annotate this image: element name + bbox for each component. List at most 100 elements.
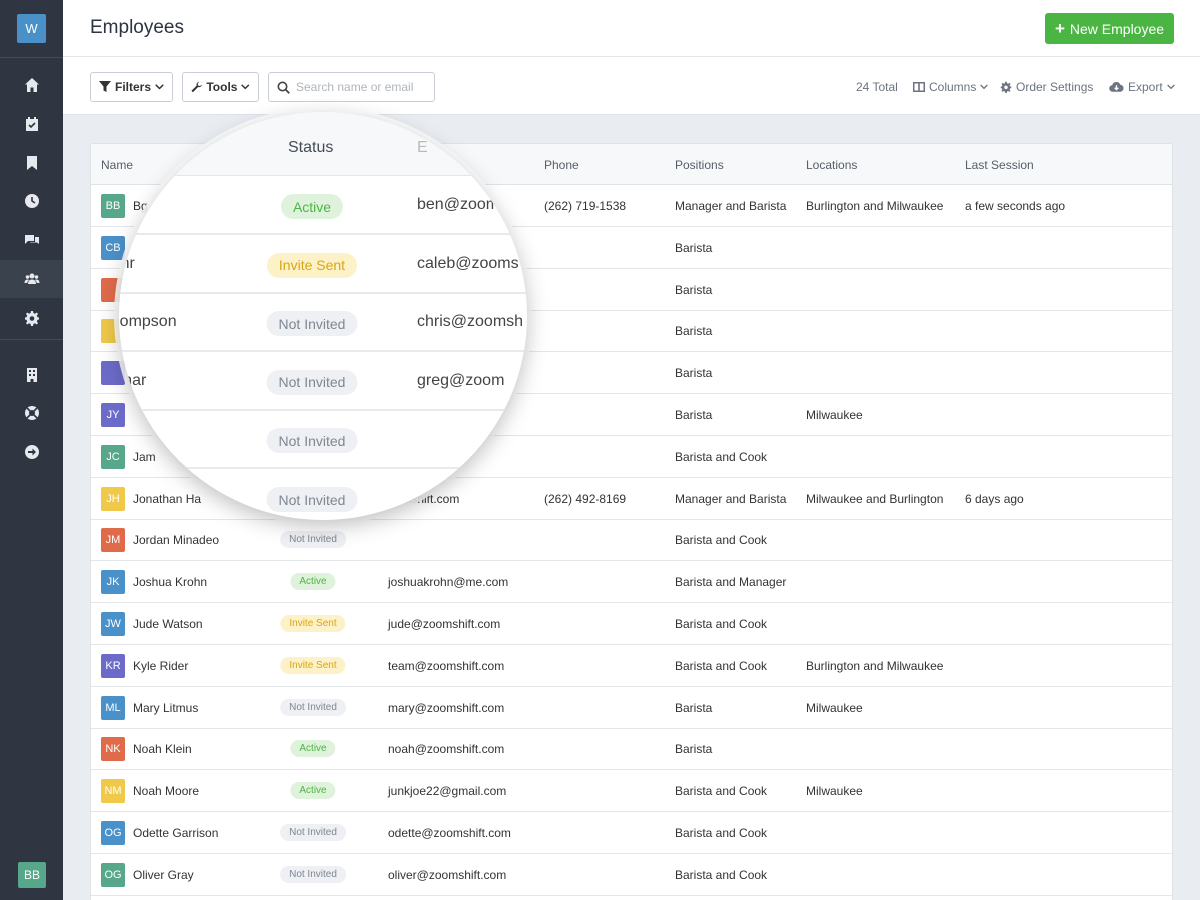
table-row[interactable]: NM Noah Moore Active junkjoe22@gmail.com Bar… [91,770,1172,813]
search-icon [277,81,290,94]
export-button[interactable]: Export [1109,80,1175,94]
column-header-positions[interactable]: Positions [675,158,724,172]
magnified-email: chris@zoomsh [417,313,524,331]
gear-icon [1000,81,1012,93]
magnified-status-badge: Not Invited [266,428,358,454]
employee-name[interactable]: Noah Moore [133,784,199,798]
sidebar-item-timesheets[interactable] [0,182,63,220]
employee-positions: Barista and Manager [675,575,787,590]
cloud-download-icon [1109,82,1124,92]
employee-email: oliver@zoomshift.com [388,867,507,882]
status-badge: Active [290,782,336,800]
columns-icon [913,82,925,92]
employee-positions: Barista [675,700,713,715]
employee-positions: Barista and Cook [675,617,768,631]
employee-positions: Barista [675,324,713,339]
magnifier-row: Thompson Not Invited chris@zoomsh [119,293,527,353]
employee-email: noah@zoomshift.com [388,742,505,757]
filter-icon [99,81,111,92]
status-badge: Not Invited [280,865,346,883]
employee-positions: Barista [675,240,713,255]
wrench-icon [191,81,202,93]
table-row[interactable]: OG Odette Garrison Not Invited odette@zooms… [91,812,1172,854]
employee-email: junkjoe22@gmail.com [388,784,507,799]
chevron-down-icon [241,84,250,90]
sidebar-item-company[interactable] [0,356,63,394]
employee-name[interactable]: Joshua Krohn [133,575,207,589]
table-row[interactable]: JK Joshua Krohn Active joshuakrohn@me.com Ba… [91,561,1172,604]
columns-button[interactable]: Columns [913,80,989,94]
employee-name[interactable]: Kyle Rider [133,659,188,673]
employee-positions: Barista and Cook [675,826,768,840]
employee-avatar: OG [101,821,125,845]
new-employee-button[interactable]: + New Employee [1045,13,1174,44]
clock-icon [24,194,39,208]
sidebar-item-home[interactable] [0,66,63,104]
order-settings-label: Order Settings [1016,80,1094,94]
column-header-locations[interactable]: Locations [806,158,857,172]
workspace-logo[interactable]: W [17,14,46,43]
employee-positions: Barista and Cook [675,867,768,882]
sidebar-item-schedule[interactable] [0,105,63,143]
sidebar-item-settings[interactable] [0,299,63,337]
employee-locations: Burlington and Milwaukee [806,199,944,213]
employee-positions: Barista and Cook [675,784,768,799]
employee-name[interactable]: Odette Garrison [133,826,218,840]
sidebar-item-help[interactable] [0,394,63,432]
sidebar: W BB [0,0,63,900]
employee-avatar: ML [101,695,125,720]
employee-positions: Barista [675,366,713,381]
employee-name[interactable]: Noah Klein [133,742,192,756]
bookmark-icon [26,156,37,170]
employee-positions: Manager and Barista [675,199,787,213]
user-avatar[interactable]: BB [18,862,46,888]
table-row[interactable]: JW Jude Watson Invite Sent jude@zoomshift.c… [91,603,1172,645]
employee-name[interactable]: Mary Litmus [133,701,198,715]
tools-label: Tools [206,80,238,94]
employee-locations: Milwaukee [806,700,863,715]
filters-button[interactable]: Filters [90,72,173,102]
magnifier-row: Active ben@zoom [119,176,527,235]
employee-locations: Milwaukee [806,784,863,799]
table-row[interactable]: ML Mary Litmus Not Invited mary@zoomshift.c… [91,687,1172,729]
page-header: Employees + New Employee [63,0,1200,57]
status-badge: Not Invited [280,698,346,716]
chat-icon [24,235,39,244]
table-row[interactable]: JM Jordan Minadeo Not Invited Barista and C… [91,519,1172,562]
sidebar-item-logout[interactable] [0,433,63,471]
employee-avatar: OG [101,862,125,887]
employee-last-session: 6 days ago [965,491,1024,506]
table-row[interactable]: KR Kyle Rider Invite Sent team@zoomshift.co… [91,645,1172,687]
employee-positions: Barista [675,408,713,422]
employee-locations: Milwaukee and Burlington [806,491,944,506]
page-title: Employees [90,17,184,38]
employee-name[interactable]: Jude Watson [133,617,203,631]
employee-email: team@zoomshift.com [388,658,505,673]
table-row[interactable]: NK Noah Klein Active noah@zoomshift.com Bari… [91,728,1172,771]
magnified-name: Thompson [119,313,177,331]
calendar-icon [25,117,38,131]
sidebar-divider [0,57,63,58]
magnified-email: greg@zoom [417,371,505,389]
chevron-down-icon [1166,84,1175,90]
employee-name[interactable]: Oliver Gray [133,868,194,882]
order-settings-button[interactable]: Order Settings [1000,80,1093,94]
tools-button[interactable]: Tools [182,72,259,102]
table-row[interactable]: OG Oliver Gray Not Invited oliver@zoomshift… [91,854,1172,896]
status-badge: Not Invited [280,824,346,841]
columns-label: Columns [929,80,977,94]
magnifier-email-header: E [417,139,428,156]
column-header-last-session[interactable]: Last Session [965,158,1034,172]
column-header-phone[interactable]: Phone [544,158,579,172]
employee-name[interactable]: Jordan Minadeo [133,533,219,547]
sidebar-item-messages[interactable] [0,221,63,259]
sidebar-divider [0,339,63,340]
sidebar-item-employees[interactable] [0,260,63,298]
search-input[interactable] [296,80,426,94]
sidebar-item-bookmarks[interactable] [0,144,63,182]
magnified-status-badge: Not Invited [266,369,358,395]
employee-positions: Barista [675,282,713,297]
employee-positions: Barista and Cook [675,449,768,464]
chevron-down-icon [980,84,989,90]
employee-phone: (262) 492-8169 [544,491,627,506]
